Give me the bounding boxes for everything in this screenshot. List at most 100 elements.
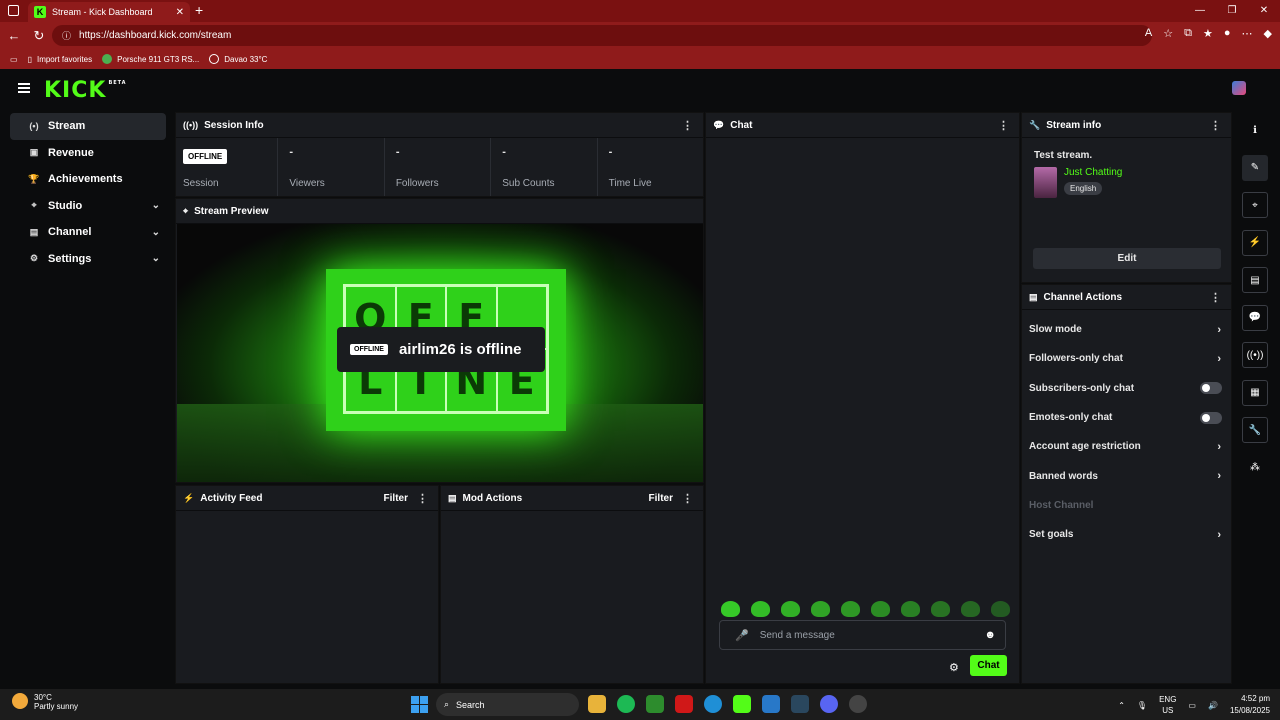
emoji-icon[interactable]: ☻ <box>984 629 996 641</box>
read-aloud-icon[interactable]: A <box>1145 27 1152 40</box>
favorite-weather[interactable]: Davao 33°C <box>209 54 267 64</box>
favorites-icon[interactable]: ★ <box>1203 27 1213 40</box>
emote-icon[interactable] <box>991 601 1010 617</box>
channel-action-item[interactable]: Account age restriction › <box>1022 432 1231 461</box>
favorite-import[interactable]: ▯ Import favorites <box>28 55 93 64</box>
tab-actions-icon[interactable] <box>8 5 19 16</box>
info-icon[interactable]: ℹ <box>1242 117 1268 143</box>
more-options-icon[interactable]: ⋮ <box>998 119 1009 132</box>
chevron-right-icon[interactable]: › <box>1217 470 1221 482</box>
netflix-icon[interactable] <box>675 695 693 713</box>
edit-button[interactable]: Edit <box>1033 248 1221 269</box>
toggle-switch[interactable] <box>1200 382 1222 395</box>
emote-icon[interactable] <box>811 601 830 617</box>
favorite-star-icon[interactable]: ☆ <box>1163 27 1173 40</box>
channel-action-item[interactable]: Slow mode › <box>1022 315 1231 344</box>
extensions-icon[interactable]: ⧉ <box>1184 27 1192 40</box>
browser-tab[interactable]: K Stream - Kick Dashboard ✕ <box>28 2 190 22</box>
minimize-icon[interactable]: — <box>1184 0 1216 22</box>
emote-icon[interactable] <box>901 601 920 617</box>
channel-action-item[interactable]: Emotes-only chat <box>1022 403 1231 432</box>
new-tab-icon[interactable]: + <box>195 2 203 18</box>
emote-icon[interactable] <box>961 601 980 617</box>
channel-action-item[interactable]: Followers-only chat › <box>1022 344 1231 373</box>
hamburger-menu-icon[interactable] <box>18 83 30 93</box>
chevron-down-icon[interactable]: ⌄ <box>152 253 160 264</box>
bolt-icon[interactable]: ⚡ <box>1242 229 1268 256</box>
filter-button[interactable]: Filter <box>649 493 673 504</box>
spotify-icon[interactable] <box>617 695 635 713</box>
sidebar-item-channel[interactable]: ▤ Channel ⌄ <box>10 219 166 246</box>
chevron-down-icon[interactable]: ⌄ <box>152 200 160 211</box>
file-explorer-icon[interactable] <box>588 695 606 713</box>
steam-icon[interactable] <box>791 695 809 713</box>
sidebar-item-settings[interactable]: ⚙ Settings ⌄ <box>10 246 166 273</box>
xbox-icon[interactable] <box>646 695 664 713</box>
stream-preview-video[interactable]: O F F L I N E OFFLINE airlim26 is offlin… <box>177 224 703 482</box>
layout-icon[interactable]: ▦ <box>1242 379 1268 406</box>
emote-icon[interactable] <box>841 601 860 617</box>
pencil-icon[interactable]: ✎ <box>1242 154 1268 181</box>
channel-action-item[interactable]: Banned words › <box>1022 461 1231 490</box>
more-options-icon[interactable]: ⋮ <box>1210 291 1221 304</box>
document-icon[interactable]: ▤ <box>1242 267 1268 293</box>
more-options-icon[interactable]: ⋮ <box>682 492 693 505</box>
emote-icon[interactable] <box>751 601 770 617</box>
sidebar-item-revenue[interactable]: ▣ Revenue <box>10 140 166 167</box>
wrench-icon[interactable]: 🔧 <box>1242 417 1268 443</box>
url-input[interactable]: ⓘ https://dashboard.kick.com/stream <box>52 25 1152 46</box>
broadcast-icon[interactable]: ((•)) <box>1242 342 1268 368</box>
close-window-icon[interactable]: ✕ <box>1248 0 1280 22</box>
more-options-icon[interactable]: ⋮ <box>682 119 693 132</box>
profile-icon[interactable]: ● <box>1224 27 1231 40</box>
discord-icon[interactable] <box>820 695 838 713</box>
language-indicator[interactable]: ENG US <box>1159 694 1176 716</box>
microphone-icon[interactable]: 🎤 <box>735 629 749 642</box>
category-name[interactable]: Just Chatting <box>1064 167 1122 178</box>
volume-icon[interactable]: 🔊 <box>1208 701 1218 710</box>
close-tab-icon[interactable]: ✕ <box>176 7 184 18</box>
sidebar-toggle-icon[interactable]: ▭ <box>10 55 18 64</box>
maximize-icon[interactable]: ❐ <box>1216 0 1248 22</box>
sidebar-item-stream[interactable]: (•) Stream <box>10 113 166 140</box>
copilot-icon[interactable]: ◆ <box>1264 27 1272 40</box>
filter-button[interactable]: Filter <box>384 493 408 504</box>
avatar[interactable] <box>1232 81 1246 95</box>
network-icon[interactable]: ▭ <box>1188 701 1196 710</box>
emote-icon[interactable] <box>871 601 890 617</box>
chat-bubble-icon[interactable]: 💬 <box>1242 304 1268 331</box>
site-info-icon[interactable]: ⓘ <box>62 29 71 42</box>
chat-message-input[interactable]: 🎤 Send a message ☻ <box>719 620 1006 650</box>
apps-icon[interactable]: ⁂ <box>1242 455 1268 481</box>
edge-active-icon[interactable] <box>762 695 780 713</box>
chevron-right-icon[interactable]: › <box>1217 529 1221 541</box>
chevron-up-icon[interactable]: ⌃ <box>1118 701 1125 710</box>
app-icon[interactable] <box>849 695 867 713</box>
toggle-switch[interactable] <box>1200 411 1222 424</box>
chat-send-button[interactable]: Chat <box>970 655 1007 676</box>
menu-icon[interactable]: ⋯ <box>1242 27 1253 40</box>
channel-action-item[interactable]: Set goals › <box>1022 520 1231 549</box>
emote-icon[interactable] <box>721 601 740 617</box>
favorite-porsche[interactable]: Porsche 911 GT3 RS... <box>102 54 199 64</box>
emote-icon[interactable] <box>781 601 800 617</box>
edge-icon[interactable] <box>704 695 722 713</box>
back-icon[interactable]: ← <box>3 28 25 43</box>
studio-icon[interactable]: ⌖ <box>1242 192 1268 218</box>
microphone-icon[interactable]: 🎙 <box>1137 701 1147 710</box>
sidebar-item-achievements[interactable]: 🏆 Achievements <box>10 166 166 193</box>
more-options-icon[interactable]: ⋮ <box>417 492 428 505</box>
chevron-right-icon[interactable]: › <box>1217 441 1221 453</box>
clock[interactable]: 4:52 pm 15/08/2025 <box>1230 693 1270 717</box>
chevron-down-icon[interactable]: ⌄ <box>152 227 160 238</box>
minecraft-icon[interactable] <box>733 695 751 713</box>
chat-settings-icon[interactable]: ⚙ <box>949 661 959 674</box>
emote-icon[interactable] <box>931 601 950 617</box>
kick-logo[interactable]: KICK BETA <box>44 78 127 103</box>
more-options-icon[interactable]: ⋮ <box>1210 119 1221 132</box>
weather-widget[interactable]: 30°C Partly sunny <box>12 693 78 711</box>
windows-start-icon[interactable] <box>411 696 428 713</box>
taskbar-search[interactable]: ⌕ Search <box>436 693 579 716</box>
refresh-icon[interactable]: ↻ <box>28 28 50 44</box>
sidebar-item-studio[interactable]: ⌖ Studio ⌄ <box>10 193 166 220</box>
